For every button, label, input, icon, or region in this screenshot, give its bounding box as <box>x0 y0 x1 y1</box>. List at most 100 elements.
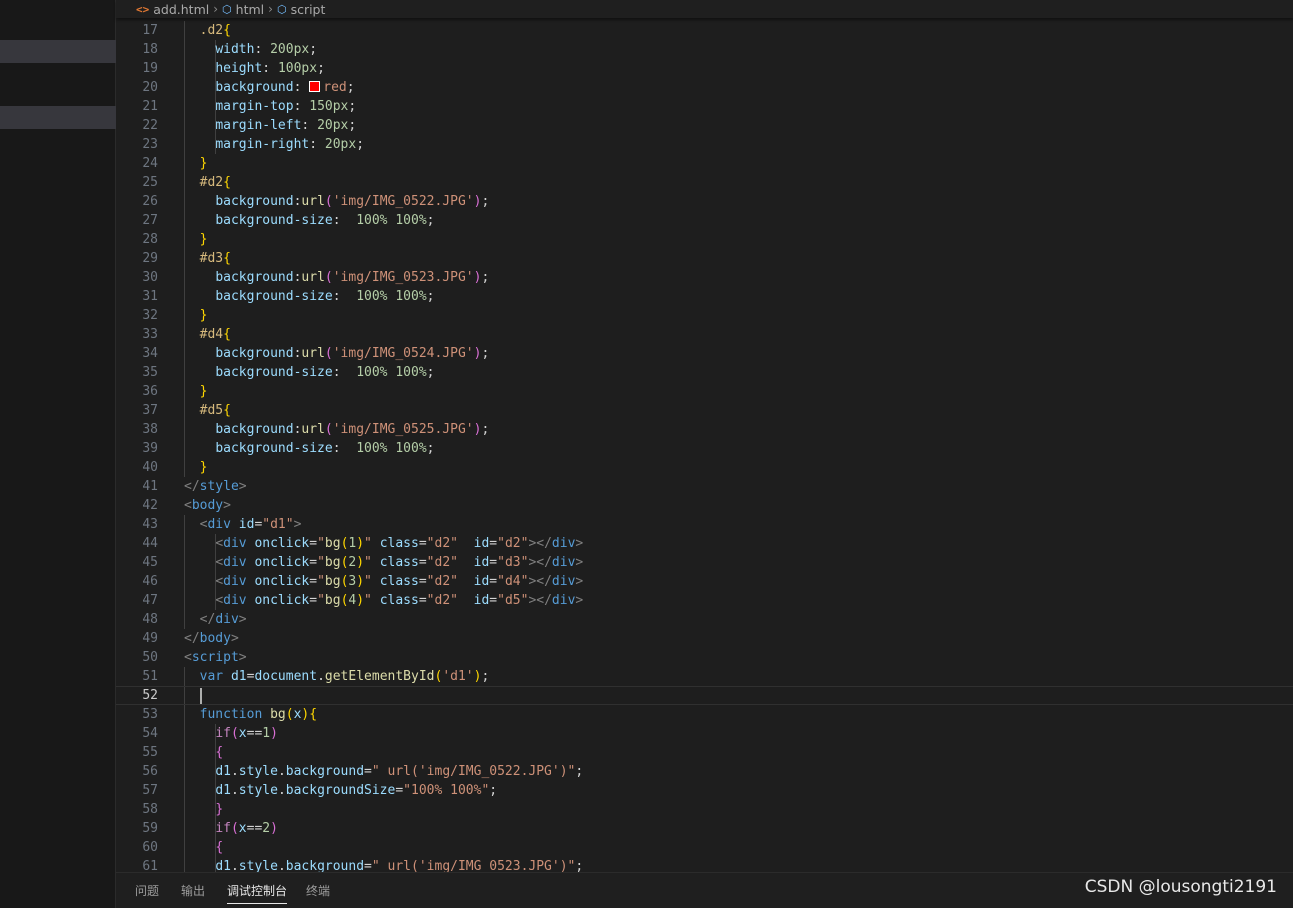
code-token: "d3" <box>497 555 529 570</box>
code-line[interactable]: 48 </div> <box>116 610 1293 629</box>
code-token: background <box>215 422 294 437</box>
code-line[interactable]: 24 } <box>116 154 1293 173</box>
code-line[interactable]: 59 if(x==2) <box>116 819 1293 838</box>
code-line[interactable]: 36 } <box>116 382 1293 401</box>
code-line[interactable]: 61 d1.style.background=" url('img/IMG_05… <box>116 857 1293 872</box>
code-line[interactable]: 45 <div onclick="bg(2)" class="d2" id="d… <box>116 553 1293 572</box>
code-line[interactable]: 60 { <box>116 838 1293 857</box>
code-token: id <box>473 536 490 551</box>
line-code: <div onclick="bg(4)" class="d2" id="d5">… <box>184 591 583 610</box>
code-token: . <box>230 783 239 798</box>
sidebar-selected-row[interactable] <box>0 106 116 129</box>
code-line[interactable]: 57 d1.style.backgroundSize="100% 100%"; <box>116 781 1293 800</box>
code-line[interactable]: 43 <div id="d1"> <box>116 515 1293 534</box>
line-number: 19 <box>142 61 158 76</box>
code-line[interactable]: 17 .d2{ <box>116 21 1293 40</box>
code-line[interactable]: 31 background-size: 100% 100%; <box>116 287 1293 306</box>
breadcrumb-script[interactable]: ⬡ script <box>277 2 325 17</box>
code-line[interactable]: 40 } <box>116 458 1293 477</box>
code-line[interactable]: 22 margin-left: 20px; <box>116 116 1293 135</box>
code-token: = <box>489 536 498 551</box>
code-editor[interactable]: 17 .d2{18 width: 200px; 19 height: 100px;… <box>116 18 1293 872</box>
breadcrumb-html[interactable]: ⬡ html <box>222 2 264 17</box>
tab-problems[interactable]: 问题 <box>135 884 159 899</box>
code-line[interactable]: 39 background-size: 100% 100%; <box>116 439 1293 458</box>
code-token: ; <box>481 194 490 209</box>
code-token: } <box>199 156 208 171</box>
line-code: if(x==2) <box>184 819 278 838</box>
code-token: div <box>223 574 247 589</box>
code-token: ; <box>356 137 365 152</box>
code-line[interactable]: 53 function bg(x){ <box>116 705 1293 724</box>
code-token: url <box>301 422 325 437</box>
code-line[interactable]: 33 #d4{ <box>116 325 1293 344</box>
code-line[interactable]: 42 <body> <box>116 496 1293 515</box>
code-token: < <box>184 650 192 665</box>
code-token: if <box>215 726 231 741</box>
code-token: ( <box>230 726 239 741</box>
line-code: function bg(x){ <box>184 705 317 724</box>
code-line[interactable]: 32 } <box>116 306 1293 325</box>
code-line[interactable]: 30 background:url('img/IMG_0523.JPG'); <box>116 268 1293 287</box>
code-line[interactable]: 55 { <box>116 743 1293 762</box>
line-number: 56 <box>142 764 158 779</box>
code-line[interactable]: 18 width: 200px; <box>116 40 1293 59</box>
code-token: url <box>301 270 325 285</box>
code-token: } <box>199 384 208 399</box>
tab-output[interactable]: 输出 <box>181 884 205 899</box>
code-token: d1 <box>215 859 231 872</box>
tab-terminal[interactable]: 终端 <box>306 884 330 899</box>
sidebar-highlighted-row[interactable] <box>0 40 116 63</box>
code-lines: 17 .d2{18 width: 200px; 19 height: 100px;… <box>116 21 1293 872</box>
code-token: = <box>309 536 318 551</box>
code-token: : <box>309 137 325 152</box>
code-line[interactable]: 28 } <box>116 230 1293 249</box>
code-token: "100% 100%" <box>403 783 490 798</box>
code-line[interactable]: 54 if(x==1) <box>116 724 1293 743</box>
code-token: getElementById <box>324 669 435 684</box>
code-line[interactable]: 27 background-size: 100% 100%; <box>116 211 1293 230</box>
tab-debug-console[interactable]: 调试控制台 <box>227 884 288 904</box>
code-token: > <box>575 536 584 551</box>
code-line[interactable]: 58 } <box>116 800 1293 819</box>
code-line[interactable]: 23 margin-right: 20px; <box>116 135 1293 154</box>
code-line[interactable]: 44 <div onclick="bg(1)" class="d2" id="d… <box>116 534 1293 553</box>
code-line[interactable]: 19 height: 100px; <box>116 59 1293 78</box>
code-token: ; <box>309 42 318 57</box>
code-line[interactable]: 50 <script> <box>116 648 1293 667</box>
code-line[interactable]: 20 background: red; <box>116 78 1293 97</box>
cube-icon: ⬡ <box>276 2 287 16</box>
code-line[interactable]: 29 #d3{ <box>116 249 1293 268</box>
code-line[interactable]: 49 </body> <box>116 629 1293 648</box>
code-line[interactable]: 56 d1.style.background=" url('img/IMG_05… <box>116 762 1293 781</box>
breadcrumb-file[interactable]: <> add.html <box>136 2 209 17</box>
line-code: #d5{ <box>184 401 231 420</box>
code-line[interactable]: 21 margin-top: 150px; <box>116 97 1293 116</box>
code-line[interactable]: 34 background:url('img/IMG_0524.JPG'); <box>116 344 1293 363</box>
code-line[interactable]: 41 </style> <box>116 477 1293 496</box>
code-token: div <box>215 612 239 627</box>
code-line[interactable]: 26 background:url('img/IMG_0522.JPG'); <box>116 192 1293 211</box>
line-code: } <box>184 458 208 477</box>
code-line[interactable]: 37 #d5{ <box>116 401 1293 420</box>
code-token: " url('img/IMG_0523.JPG')" <box>371 859 576 872</box>
code-line[interactable]: 46 <div onclick="bg(3)" class="d2" id="d… <box>116 572 1293 591</box>
code-line[interactable]: 52 <box>116 686 1293 705</box>
code-token: background <box>215 346 294 361</box>
code-token: background-size <box>215 365 333 380</box>
code-token: div <box>223 555 247 570</box>
code-line[interactable]: 35 background-size: 100% 100%; <box>116 363 1293 382</box>
code-line[interactable]: 51 var d1=document.getElementById('d1'); <box>116 667 1293 686</box>
line-number: 31 <box>142 289 158 304</box>
code-line[interactable]: 38 background:url('img/IMG_0525.JPG'); <box>116 420 1293 439</box>
code-line[interactable]: 47 <div onclick="bg(4)" class="d2" id="d… <box>116 591 1293 610</box>
line-number: 17 <box>142 23 158 38</box>
code-line[interactable]: 25 #d2{ <box>116 173 1293 192</box>
code-token: ; <box>575 859 584 872</box>
